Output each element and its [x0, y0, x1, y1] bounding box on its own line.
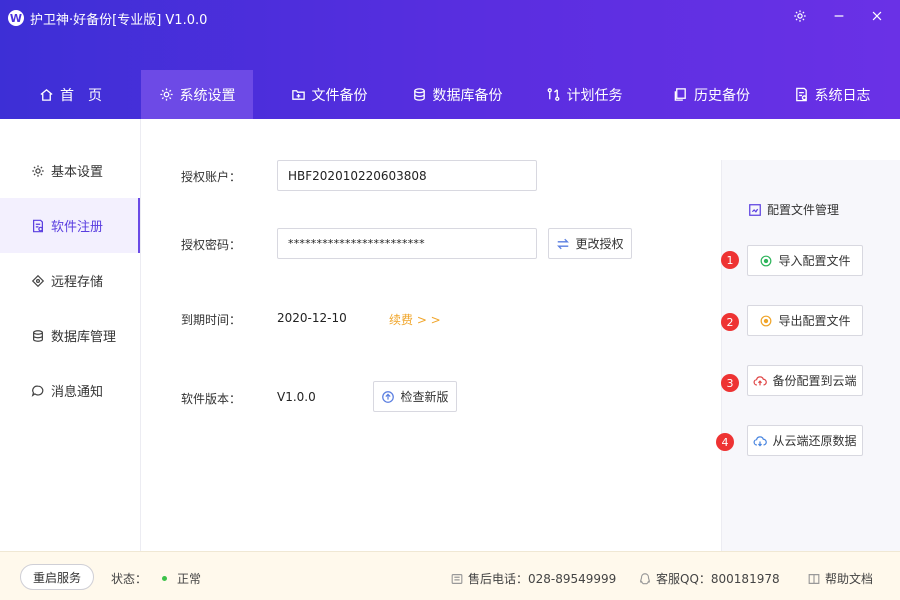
backup-config-to-cloud-button[interactable]: 备份配置到云端	[747, 365, 863, 396]
cloud-upload-icon	[754, 375, 768, 386]
log-icon	[795, 87, 807, 102]
support-qq: 客服QQ：800181978	[638, 570, 780, 587]
app-logo: W	[8, 10, 24, 26]
phone-icon	[451, 573, 463, 584]
password-field[interactable]: ************************	[277, 228, 537, 259]
close-icon[interactable]	[867, 6, 887, 26]
sidebar-item-label: 基本设置	[51, 165, 104, 180]
nav-label: 系统日志	[814, 87, 871, 104]
remote-icon	[31, 274, 45, 287]
sidebar-item-message-notification[interactable]: 消息通知	[0, 363, 140, 418]
change-authorization-button[interactable]: 更改授权	[548, 228, 632, 259]
step-badge-2: 2	[721, 313, 739, 331]
config-panel-title: 配置文件管理	[748, 201, 839, 218]
config-file-icon	[749, 203, 761, 216]
support-phone: 售后电话：028-89549999	[450, 570, 616, 587]
nav-label: 计划任务	[566, 87, 623, 104]
title-bar: W 护卫神·好备份[专业版] V1.0.0 首 页 系统设置 文件备份 数据库备…	[0, 0, 900, 119]
import-icon	[761, 255, 772, 266]
support-qq-text: 客服QQ：800181978	[656, 572, 780, 586]
restore-from-cloud-button[interactable]: 从云端还原数据	[747, 425, 863, 456]
book-icon	[808, 573, 820, 584]
nav-file-backup[interactable]: 文件备份	[253, 70, 405, 119]
step-badge-4: 4	[716, 433, 734, 451]
button-label: 导出配置文件	[778, 314, 851, 328]
version-label: 软件版本：	[181, 392, 242, 406]
status-dot	[162, 576, 167, 581]
register-icon	[33, 219, 43, 232]
button-label: 从云端还原数据	[772, 434, 857, 448]
status-label: 状态：	[111, 572, 148, 586]
restart-service-button[interactable]: 重启服务	[20, 564, 94, 590]
gear-icon	[159, 88, 173, 101]
nav-home[interactable]: 首 页	[0, 70, 141, 119]
status-indicator: 正常	[162, 570, 201, 587]
sidebar-item-software-registration[interactable]: 软件注册	[0, 198, 140, 253]
swap-icon	[557, 238, 570, 249]
nav-label: 系统设置	[179, 87, 236, 104]
database-icon	[33, 329, 43, 342]
sidebar-item-label: 消息通知	[51, 385, 104, 400]
help-docs-text: 帮助文档	[825, 572, 874, 586]
minimize-icon[interactable]	[829, 6, 849, 26]
status-value: 正常	[177, 572, 202, 586]
home-icon	[40, 88, 53, 101]
button-label: 导入配置文件	[778, 254, 851, 268]
button-label: 更改授权	[575, 237, 624, 251]
message-icon	[31, 385, 44, 397]
task-icon	[547, 88, 559, 101]
status-bar: 重启服务 状态： 正常 售后电话：028-89549999 客服QQ：80018…	[0, 551, 900, 600]
nav-scheduled-tasks[interactable]: 计划任务	[509, 70, 659, 119]
nav-label: 文件备份	[311, 87, 368, 104]
sidebar-item-remote-storage[interactable]: 远程存储	[0, 253, 140, 308]
sidebar-item-label: 数据库管理	[51, 330, 117, 345]
export-icon	[761, 315, 772, 326]
expire-label: 到期时间：	[181, 313, 242, 327]
import-config-button[interactable]: 导入配置文件	[747, 245, 863, 276]
folder-plus-icon	[291, 90, 305, 100]
help-docs-link[interactable]: 帮助文档	[807, 570, 873, 587]
sidebar-item-label: 软件注册	[51, 220, 104, 235]
nav-label: 数据库备份	[432, 87, 503, 104]
support-phone-text: 售后电话：028-89549999	[468, 572, 617, 586]
sidebar-item-database-management[interactable]: 数据库管理	[0, 308, 140, 363]
sidebar-item-label: 远程存储	[51, 275, 104, 290]
gear-icon	[32, 164, 44, 177]
nav-label: 历史备份	[694, 87, 750, 104]
cloud-download-icon	[754, 435, 768, 447]
nav-label: 首 页	[60, 87, 102, 104]
expire-date: 2020-12-10	[277, 311, 347, 325]
config-panel-title-text: 配置文件管理	[767, 203, 840, 217]
app-title-row: W 护卫神·好备份[专业版] V1.0.0	[8, 8, 207, 28]
sidebar: 基本设置 软件注册 远程存储 数据库管理 消息通知	[0, 119, 141, 551]
step-badge-3: 3	[721, 374, 739, 392]
settings-icon[interactable]	[790, 6, 810, 26]
qq-icon	[640, 572, 650, 584]
check-update-button[interactable]: 检查新版	[373, 381, 457, 412]
nav-system-settings[interactable]: 系统设置	[141, 70, 253, 119]
nav-history-backup[interactable]: 历史备份	[659, 70, 764, 119]
button-label: 备份配置到云端	[772, 374, 857, 388]
nav-database-backup[interactable]: 数据库备份	[405, 70, 509, 119]
version-value: V1.0.0	[277, 390, 316, 404]
step-badge-1: 1	[721, 251, 739, 269]
renew-link[interactable]: 续费 > >	[389, 311, 441, 328]
main-nav: 首 页 系统设置 文件备份 数据库备份 计划任务 历史备份 系统日志	[0, 70, 900, 119]
nav-system-log[interactable]: 系统日志	[764, 70, 900, 119]
sidebar-item-basic-settings[interactable]: 基本设置	[0, 143, 140, 198]
password-label: 授权密码：	[181, 238, 242, 252]
app-title: 护卫神·好备份[专业版] V1.0.0	[30, 12, 208, 28]
arrow-up-circle-icon	[382, 390, 395, 403]
database-icon	[413, 88, 425, 101]
account-label: 授权账户：	[181, 170, 242, 184]
export-config-button[interactable]: 导出配置文件	[747, 305, 863, 336]
config-file-panel	[721, 160, 900, 551]
account-field[interactable]: HBF20201022060380­8	[277, 160, 537, 191]
button-label: 检查新版	[400, 390, 449, 404]
history-icon	[674, 88, 686, 101]
